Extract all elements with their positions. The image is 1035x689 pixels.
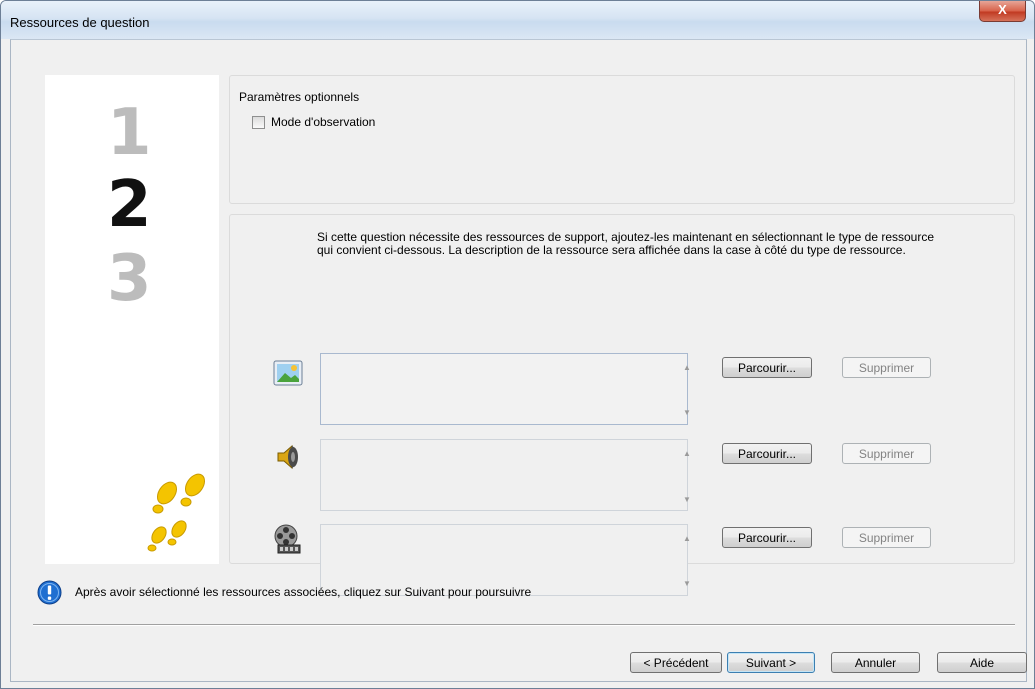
step-3-indicator: 3	[107, 242, 152, 316]
audio-browse-button[interactable]: Parcourir...	[722, 443, 812, 464]
close-icon: X	[998, 2, 1007, 17]
close-button[interactable]: X	[979, 1, 1026, 22]
window-title: Ressources de question	[10, 15, 150, 30]
step-1-indicator: 1	[107, 96, 152, 170]
info-exclamation-icon	[37, 580, 62, 604]
speaker-icon	[277, 444, 298, 470]
dialog-window: Ressources de question X 1 2 3 Paramètre…	[0, 0, 1035, 689]
optional-parameters-group: Paramètres optionnels Mode d'observation	[229, 75, 1015, 204]
resources-group: Si cette question nécessite des ressourc…	[229, 214, 1015, 596]
observation-mode-row[interactable]: Mode d'observation	[252, 114, 375, 130]
cancel-button[interactable]: Annuler	[831, 652, 920, 673]
image-resource-field[interactable]	[320, 353, 688, 425]
image-browse-button[interactable]: Parcourir...	[722, 357, 812, 378]
wizard-steps-panel: 1 2 3	[45, 75, 219, 564]
image-field-scroll-down-icon[interactable]: ▼	[683, 408, 691, 417]
audio-resource-field[interactable]	[320, 439, 688, 511]
video-field-scroll-up-icon[interactable]: ▲	[683, 534, 691, 543]
next-button[interactable]: Suivant >	[727, 652, 815, 673]
title-bar[interactable]: Ressources de question X	[1, 1, 1034, 39]
info-message-row: Après avoir sélectionné les ressources a…	[37, 578, 531, 606]
audio-field-scroll-up-icon[interactable]: ▲	[683, 449, 691, 458]
audio-field-scroll-down-icon[interactable]: ▼	[683, 495, 691, 504]
audio-delete-button[interactable]: Supprimer	[842, 443, 931, 464]
help-button[interactable]: Aide	[937, 652, 1027, 673]
info-message-text: Après avoir sélectionné les ressources a…	[75, 585, 532, 599]
video-delete-button[interactable]: Supprimer	[842, 527, 931, 548]
step-2-indicator-current: 2	[107, 168, 152, 242]
observation-mode-label[interactable]: Mode d'observation	[271, 115, 375, 129]
optional-parameters-heading: Paramètres optionnels	[239, 90, 360, 104]
footprints-icon	[147, 473, 206, 552]
observation-mode-checkbox[interactable]	[252, 115, 265, 129]
video-field-scroll-down-icon[interactable]: ▼	[683, 579, 691, 588]
film-reel-icon	[274, 524, 301, 554]
previous-button[interactable]: < Précédent	[630, 652, 722, 673]
dialog-client-area: 1 2 3 Paramètres optionnels Mode d'obser…	[10, 39, 1027, 682]
image-field-scroll-up-icon[interactable]: ▲	[683, 363, 691, 372]
video-browse-button[interactable]: Parcourir...	[722, 527, 812, 548]
image-delete-button[interactable]: Supprimer	[842, 357, 931, 378]
image-icon	[273, 360, 303, 386]
footer-divider	[33, 624, 1015, 626]
resources-description: Si cette question nécessite des ressourc…	[317, 230, 935, 257]
